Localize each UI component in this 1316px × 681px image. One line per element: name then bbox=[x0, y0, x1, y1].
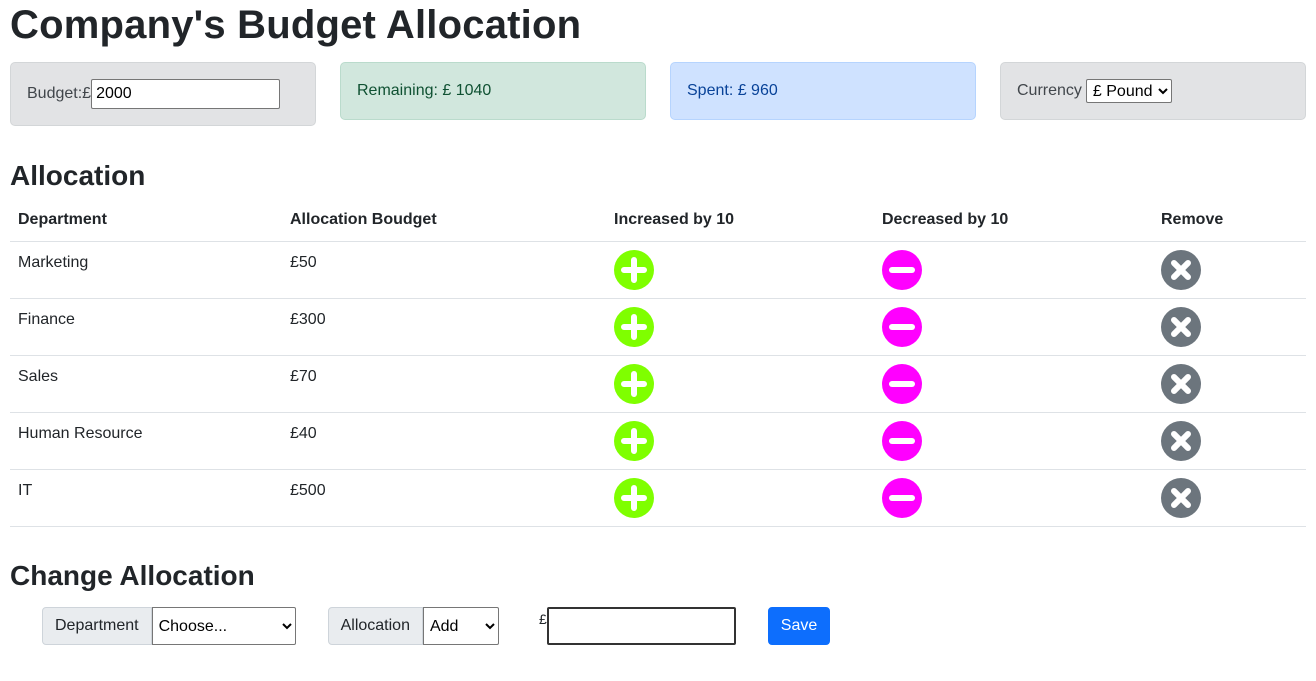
budget-cell: £70 bbox=[282, 355, 606, 413]
decrease-button[interactable] bbox=[882, 477, 922, 518]
increase-cell bbox=[606, 298, 874, 356]
remove-cell bbox=[1153, 298, 1306, 356]
decrease-cell bbox=[874, 241, 1153, 299]
decrease-button[interactable] bbox=[882, 306, 922, 347]
increase-button[interactable] bbox=[614, 420, 654, 461]
allocation-type-label: Allocation bbox=[327, 607, 423, 645]
budget-label: Budget:£ bbox=[27, 85, 92, 102]
decrease-cell bbox=[874, 469, 1153, 527]
department-cell: IT bbox=[10, 469, 282, 527]
budget-cell: £500 bbox=[282, 469, 606, 527]
increase-cell bbox=[606, 469, 874, 527]
change-allocation-form: Department Choose... Allocation Add £ Sa… bbox=[42, 607, 831, 645]
page: Company's Budget Allocation Budget:£ Rem… bbox=[0, 0, 1316, 681]
increase-cell bbox=[606, 355, 874, 413]
allocation-type-select[interactable]: Add bbox=[422, 607, 499, 645]
budget-card: Budget:£ bbox=[10, 62, 316, 126]
change-allocation-heading: Change Allocation bbox=[10, 560, 255, 591]
remaining-card: Remaining: £ 1040 bbox=[340, 62, 646, 120]
remove-cell bbox=[1153, 241, 1306, 299]
table-row: Sales £70 bbox=[10, 355, 1306, 413]
remove-button[interactable] bbox=[1161, 249, 1201, 290]
allocation-heading: Allocation bbox=[10, 160, 146, 191]
budget-cell: £40 bbox=[282, 412, 606, 470]
budget-cell: £300 bbox=[282, 298, 606, 356]
remove-button[interactable] bbox=[1161, 306, 1201, 347]
decrease-cell bbox=[874, 412, 1153, 470]
decrease-button[interactable] bbox=[882, 420, 922, 461]
remove-cell bbox=[1153, 469, 1306, 527]
currency-card: Currency £ Pound bbox=[1000, 62, 1306, 120]
decrease-cell bbox=[874, 355, 1153, 413]
remove-button[interactable] bbox=[1161, 477, 1201, 518]
currency-select[interactable]: £ Pound bbox=[1085, 79, 1172, 103]
department-cell: Human Resource bbox=[10, 412, 282, 470]
column-header-allocation-budget: Allocation Boudget bbox=[282, 200, 606, 242]
page-title: Company's Budget Allocation bbox=[10, 3, 582, 47]
increase-button[interactable] bbox=[614, 249, 654, 290]
table-row: Marketing £50 bbox=[10, 241, 1306, 299]
budget-cell: £50 bbox=[282, 241, 606, 299]
department-cell: Sales bbox=[10, 355, 282, 413]
table-row: Finance £300 bbox=[10, 298, 1306, 356]
remove-cell bbox=[1153, 355, 1306, 413]
column-header-remove: Remove bbox=[1153, 200, 1306, 242]
increase-cell bbox=[606, 412, 874, 470]
increase-button[interactable] bbox=[614, 477, 654, 518]
table-header-row: Department Allocation Boudget Increased … bbox=[10, 200, 1306, 242]
remove-button[interactable] bbox=[1161, 420, 1201, 461]
amount-input[interactable] bbox=[546, 607, 736, 645]
table-row: Human Resource £40 bbox=[10, 412, 1306, 470]
increase-button[interactable] bbox=[614, 363, 654, 404]
decrease-cell bbox=[874, 298, 1153, 356]
decrease-button[interactable] bbox=[882, 249, 922, 290]
currency-label: Currency bbox=[1017, 82, 1082, 99]
increase-button[interactable] bbox=[614, 306, 654, 347]
column-header-decrease: Decreased by 10 bbox=[874, 200, 1153, 242]
department-select[interactable]: Choose... bbox=[151, 607, 296, 645]
save-button[interactable]: Save bbox=[767, 607, 831, 645]
department-cell: Finance bbox=[10, 298, 282, 356]
spent-card: Spent: £ 960 bbox=[670, 62, 976, 120]
spent-text: Spent: £ 960 bbox=[687, 82, 778, 99]
budget-input[interactable] bbox=[91, 79, 281, 109]
remove-cell bbox=[1153, 412, 1306, 470]
allocation-table: Department Allocation Boudget Increased … bbox=[10, 200, 1306, 527]
decrease-button[interactable] bbox=[882, 363, 922, 404]
remove-button[interactable] bbox=[1161, 363, 1201, 404]
department-label: Department bbox=[42, 607, 152, 645]
increase-cell bbox=[606, 241, 874, 299]
table-row: IT £500 bbox=[10, 469, 1306, 527]
column-header-increase: Increased by 10 bbox=[606, 200, 874, 242]
department-cell: Marketing bbox=[10, 241, 282, 299]
currency-symbol: £ bbox=[538, 611, 547, 627]
column-header-department: Department bbox=[10, 200, 282, 242]
remaining-text: Remaining: £ 1040 bbox=[357, 82, 492, 99]
